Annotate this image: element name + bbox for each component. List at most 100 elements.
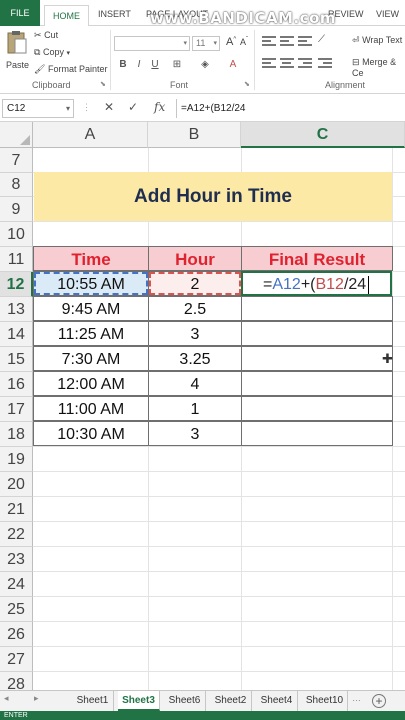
cell-c13[interactable] <box>241 296 393 321</box>
enter-check-icon[interactable]: ✓ <box>128 100 138 114</box>
row-header-15[interactable]: 15 <box>0 347 33 372</box>
cell-c12-editor[interactable]: =A12+(B12/24 <box>241 271 392 296</box>
row-header-19[interactable]: 19 <box>0 447 33 472</box>
row-header-20[interactable]: 20 <box>0 472 33 497</box>
tab-view[interactable]: VIEW <box>368 4 405 24</box>
column-header-a[interactable]: A <box>33 122 148 148</box>
align-right-icon[interactable] <box>298 58 312 70</box>
cell-c17[interactable] <box>241 396 393 421</box>
sheet-tab-sheet4[interactable]: Sheet4 <box>256 691 298 711</box>
align-center-icon[interactable] <box>280 58 294 70</box>
name-box[interactable]: C12 ▾ <box>2 99 74 118</box>
cell-a15[interactable]: 7:30 AM <box>33 346 149 371</box>
row-header-11[interactable]: 11 <box>0 247 33 272</box>
cell-c14[interactable] <box>241 321 393 346</box>
row-header-21[interactable]: 21 <box>0 497 33 522</box>
cell-b15[interactable]: 3.25 <box>148 346 242 371</box>
row-header-8[interactable]: 8 <box>0 173 33 197</box>
underline-icon[interactable]: U <box>148 58 162 72</box>
italic-icon[interactable]: I <box>132 58 146 72</box>
cell-a17[interactable]: 11:00 AM <box>33 396 149 421</box>
indent-icon[interactable] <box>318 58 332 70</box>
scroll-left-icon[interactable]: ◂ <box>4 693 9 704</box>
row-header-9[interactable]: 9 <box>0 197 33 222</box>
tab-file[interactable]: FILE <box>0 0 40 26</box>
row-header-18[interactable]: 18 <box>0 422 33 447</box>
font-name-select[interactable]: ▾ <box>114 36 190 51</box>
borders-icon[interactable]: ⊞ <box>170 58 184 72</box>
worksheet-grid[interactable]: A B C 7 8 9 10 11 12 13 14 15 16 17 18 19 20 21 22 23 24 2… <box>0 122 405 697</box>
tab-insert[interactable]: INSERT <box>90 4 139 24</box>
select-all-corner[interactable] <box>0 122 33 148</box>
cell-a18[interactable]: 10:30 AM <box>33 421 149 446</box>
sheet-tab-sheet1[interactable]: Sheet1 <box>72 691 114 711</box>
font-launcher-icon[interactable]: ⬊ <box>244 80 250 88</box>
format-painter-button[interactable]: 🖌 Format Painter <box>34 64 107 75</box>
scroll-right-icon[interactable]: ▸ <box>34 693 39 704</box>
cell-a14[interactable]: 11:25 AM <box>33 321 149 346</box>
chevron-down-icon: ▾ <box>213 40 217 47</box>
row-header-7[interactable]: 7 <box>0 148 33 173</box>
chevron-down-icon: ▾ <box>183 40 187 47</box>
insert-function-icon[interactable]: fx <box>154 100 165 114</box>
sheet-tab-sheet3[interactable]: Sheet3 <box>118 691 160 711</box>
row-header-12[interactable]: 12 <box>0 272 33 297</box>
row-header-22[interactable]: 22 <box>0 522 33 547</box>
orientation-icon[interactable]: ⟋ <box>318 34 325 45</box>
cell-c15[interactable] <box>241 346 393 371</box>
copy-button[interactable]: ⧉ Copy ▾ <box>34 47 70 58</box>
cut-button[interactable]: ✂ Cut <box>34 30 58 41</box>
add-sheet-icon[interactable]: + <box>372 694 386 708</box>
cancel-icon[interactable]: ✕ <box>104 100 114 114</box>
formula-input[interactable]: =A12+(B12/24 <box>176 99 403 118</box>
row-header-25[interactable]: 25 <box>0 597 33 622</box>
row-header-27[interactable]: 27 <box>0 647 33 672</box>
more-sheets-icon[interactable]: … <box>352 693 361 703</box>
formula-ref-b12: B12 <box>315 276 344 293</box>
row-header-24[interactable]: 24 <box>0 572 33 597</box>
cell-a16[interactable]: 12:00 AM <box>33 371 149 396</box>
tab-home[interactable]: HOME <box>44 5 89 27</box>
row-header-26[interactable]: 26 <box>0 622 33 647</box>
row-header-14[interactable]: 14 <box>0 322 33 347</box>
increase-font-icon[interactable]: A^ <box>226 36 236 48</box>
sheet-tab-sheet10[interactable]: Sheet10 <box>302 691 348 711</box>
align-top-icon[interactable] <box>262 36 276 48</box>
paste-icon <box>7 31 27 54</box>
bold-icon[interactable]: B <box>116 58 130 72</box>
row-header-16[interactable]: 16 <box>0 372 33 397</box>
cell-b16[interactable]: 4 <box>148 371 242 396</box>
gridline <box>33 471 405 472</box>
column-header-b[interactable]: B <box>148 122 241 148</box>
clipboard-launcher-icon[interactable]: ⬊ <box>100 80 106 88</box>
sheet-tab-sheet2[interactable]: Sheet2 <box>210 691 252 711</box>
cell-b18[interactable]: 3 <box>148 421 242 446</box>
align-middle-icon[interactable] <box>280 36 294 48</box>
gridline <box>33 671 405 672</box>
cell-c18[interactable] <box>241 421 393 446</box>
row-header-10[interactable]: 10 <box>0 222 33 247</box>
wrap-text-button[interactable]: ⏎ Wrap Text <box>352 35 402 46</box>
formula-plus-paren: +( <box>300 276 316 293</box>
header-final-result[interactable]: Final Result <box>241 246 393 271</box>
fill-color-icon[interactable]: ◈ <box>198 58 212 72</box>
paste-button[interactable]: Paste <box>4 30 30 74</box>
row-header-23[interactable]: 23 <box>0 547 33 572</box>
align-left-icon[interactable] <box>262 58 276 70</box>
font-color-icon[interactable]: A <box>226 58 240 72</box>
decrease-font-icon[interactable]: Aˇ <box>240 37 248 47</box>
row-header-17[interactable]: 17 <box>0 397 33 422</box>
header-time[interactable]: Time <box>33 246 149 271</box>
header-hour[interactable]: Hour <box>148 246 242 271</box>
cell-b17[interactable]: 1 <box>148 396 242 421</box>
cell-b14[interactable]: 3 <box>148 321 242 346</box>
align-bottom-icon[interactable] <box>298 36 312 48</box>
row-header-13[interactable]: 13 <box>0 297 33 322</box>
merge-center-button[interactable]: ⊟ Merge & Ce <box>352 57 405 78</box>
font-size-select[interactable]: 11 ▾ <box>192 36 220 51</box>
cell-c16[interactable] <box>241 371 393 396</box>
column-header-c[interactable]: C <box>241 122 405 148</box>
cell-a13[interactable]: 9:45 AM <box>33 296 149 321</box>
cell-b13[interactable]: 2.5 <box>148 296 242 321</box>
sheet-tab-sheet6[interactable]: Sheet6 <box>164 691 206 711</box>
